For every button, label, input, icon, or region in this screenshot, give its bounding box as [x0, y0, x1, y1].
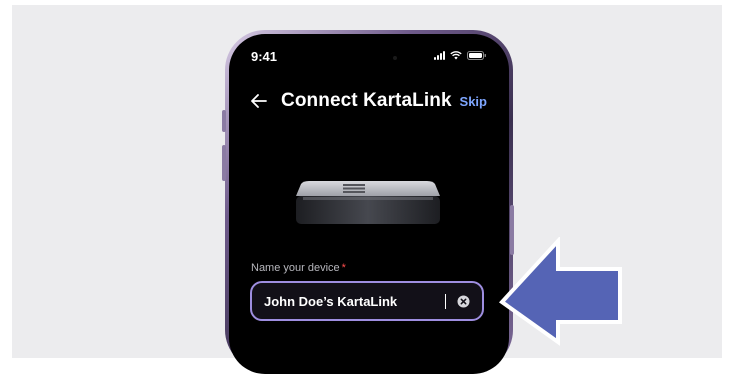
- callout-arrow-icon: [498, 237, 622, 346]
- status-icons: [434, 51, 487, 60]
- page-title: Connect KartaLink: [281, 90, 452, 111]
- clear-circle-x-icon[interactable]: [457, 295, 470, 308]
- device-name-label-text: Name your device: [251, 262, 340, 274]
- wifi-icon: [450, 51, 462, 60]
- camera-dot: [393, 56, 397, 60]
- battery-icon: [467, 51, 487, 60]
- device-name-input[interactable]: John Doe’s KartaLink: [264, 294, 444, 309]
- skip-button[interactable]: Skip: [460, 94, 487, 109]
- status-time: 9:41: [251, 49, 278, 64]
- phone-volume-button: [222, 145, 226, 181]
- phone-volume-button: [222, 110, 226, 132]
- device-name-label: Name your device *: [251, 262, 346, 274]
- header-bar: Connect KartaLink Skip: [249, 86, 487, 116]
- arrow-left-icon[interactable]: [249, 91, 269, 111]
- required-marker: *: [341, 262, 346, 274]
- device-name-field[interactable]: John Doe’s KartaLink: [250, 281, 484, 321]
- cellular-signal-icon: [434, 51, 445, 60]
- text-caret: [445, 293, 446, 309]
- phone-screen: 9:41 Connect KartaLink Skip Name your de…: [229, 34, 509, 374]
- kartalink-device-image: [296, 181, 440, 224]
